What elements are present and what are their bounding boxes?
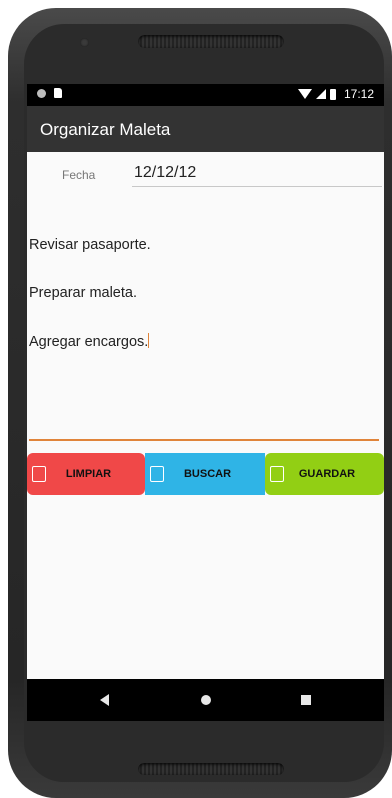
home-icon[interactable] [201, 695, 211, 705]
bottom-speaker [138, 763, 284, 775]
fecha-label: Fecha [62, 168, 96, 182]
top-speaker [138, 35, 284, 48]
text-caret [148, 333, 150, 348]
status-bar: 17:12 [27, 84, 384, 106]
app-bar: Organizar Maleta [27, 106, 384, 152]
buscar-label: BUSCAR [183, 468, 232, 480]
navigation-bar [27, 679, 384, 721]
fecha-input[interactable] [132, 162, 382, 187]
back-icon[interactable] [100, 694, 109, 706]
notes-line: Revisar pasaporte. [29, 237, 151, 253]
document-search-icon [150, 466, 164, 482]
recent-apps-icon[interactable] [301, 695, 311, 705]
notes-textarea[interactable]: Revisar pasaporte. Preparar maleta. Agre… [29, 205, 379, 441]
notes-line: Agregar encargos. [29, 333, 150, 350]
wifi-icon [297, 89, 312, 99]
document-search-icon [270, 466, 284, 482]
app-title: Organizar Maleta [40, 120, 171, 139]
signal-icon [315, 89, 326, 99]
guardar-button[interactable]: GUARDAR [265, 453, 384, 495]
battery-icon [329, 88, 336, 100]
buscar-button[interactable]: BUSCAR [145, 453, 265, 495]
notification-dot-icon [37, 88, 46, 98]
trash-icon [32, 466, 46, 482]
limpiar-label: LIMPIAR [65, 468, 112, 480]
front-camera [80, 38, 89, 47]
guardar-label: GUARDAR [298, 468, 356, 480]
limpiar-button[interactable]: LIMPIAR [27, 453, 145, 495]
status-time: 17:12 [343, 87, 374, 101]
sd-card-icon [54, 88, 62, 98]
notes-line: Preparar maleta. [29, 285, 137, 301]
app-screen: 17:12 Organizar Maleta Fecha Revisar pas… [27, 84, 384, 721]
